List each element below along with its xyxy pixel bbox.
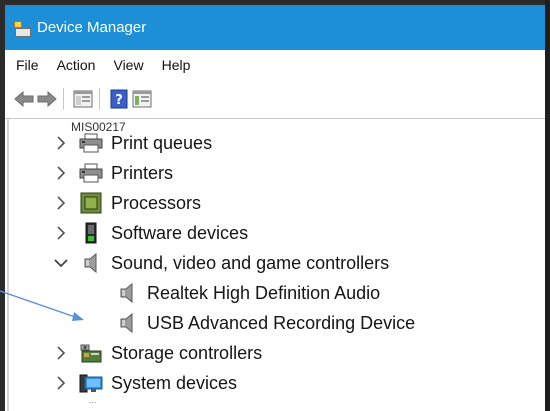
help-icon[interactable]: ? (109, 89, 129, 109)
speaker-icon (115, 312, 139, 334)
tree-item-label: Print queues (111, 132, 213, 153)
chevron-right-icon[interactable] (53, 195, 69, 211)
tree-item-usb-recording-device[interactable]: USB Advanced Recording Device (115, 308, 415, 338)
window-title: Device Manager (37, 19, 147, 36)
title-bar[interactable]: Device Manager (5, 5, 545, 50)
processor-icon (79, 192, 103, 214)
menu-bar: File Action View Help (5, 50, 545, 80)
tree-left-edge (7, 119, 9, 411)
device-tree[interactable]: MIS00217 Print queues Printers Processor… (5, 119, 545, 411)
forward-icon[interactable] (37, 89, 57, 109)
tree-item-system-devices[interactable]: System devices (53, 368, 237, 398)
tree-item-print-queues[interactable]: Print queues (53, 128, 212, 158)
storage-controller-icon (79, 342, 103, 364)
next-tree-item-partial: ... (89, 395, 97, 405)
svg-text:?: ? (115, 93, 123, 108)
back-icon[interactable] (14, 89, 34, 109)
tree-item-label: Processors (111, 192, 202, 213)
tree-item-label: Sound, video and game controllers (111, 252, 390, 273)
software-device-icon (79, 222, 103, 244)
speaker-icon (79, 252, 103, 274)
tree-item-label: Realtek High Definition Audio (147, 282, 381, 303)
menu-view[interactable]: View (104, 57, 152, 73)
device-manager-icon (13, 19, 31, 37)
speaker-icon (115, 282, 139, 304)
system-devices-icon (79, 372, 103, 394)
window-frame-right (545, 0, 550, 411)
menu-file[interactable]: File (5, 57, 48, 73)
chevron-right-icon[interactable] (53, 165, 69, 181)
tree-item-storage-controllers[interactable]: Storage controllers (53, 338, 262, 368)
menu-action[interactable]: Action (48, 57, 105, 73)
tree-item-software-devices[interactable]: Software devices (53, 218, 248, 248)
chevron-right-icon[interactable] (53, 135, 69, 151)
tree-item-label: System devices (111, 372, 238, 393)
tree-item-label: USB Advanced Recording Device (147, 312, 416, 333)
annotation-arrow (0, 290, 84, 321)
tree-item-sound-video-game-controllers[interactable]: Sound, video and game controllers (53, 248, 389, 278)
properties-icon[interactable] (132, 89, 152, 109)
tree-item-label: Storage controllers (111, 342, 263, 363)
toolbar-separator (63, 88, 64, 110)
printer-icon (79, 132, 103, 154)
chevron-right-icon[interactable] (53, 225, 69, 241)
chevron-down-icon[interactable] (53, 255, 69, 271)
tree-item-printers[interactable]: Printers (53, 158, 173, 188)
toolbar-separator (99, 88, 100, 110)
toolbar: ? (5, 80, 545, 119)
tree-item-label: Software devices (111, 222, 249, 243)
printer-icon (79, 162, 103, 184)
tree-item-label: Printers (111, 162, 174, 183)
tree-item-realtek-audio[interactable]: Realtek High Definition Audio (115, 278, 380, 308)
tree-item-processors[interactable]: Processors (53, 188, 201, 218)
chevron-right-icon[interactable] (53, 375, 69, 391)
show-hide-console-tree-icon[interactable] (73, 89, 93, 109)
chevron-right-icon[interactable] (53, 345, 69, 361)
menu-help[interactable]: Help (153, 57, 200, 73)
